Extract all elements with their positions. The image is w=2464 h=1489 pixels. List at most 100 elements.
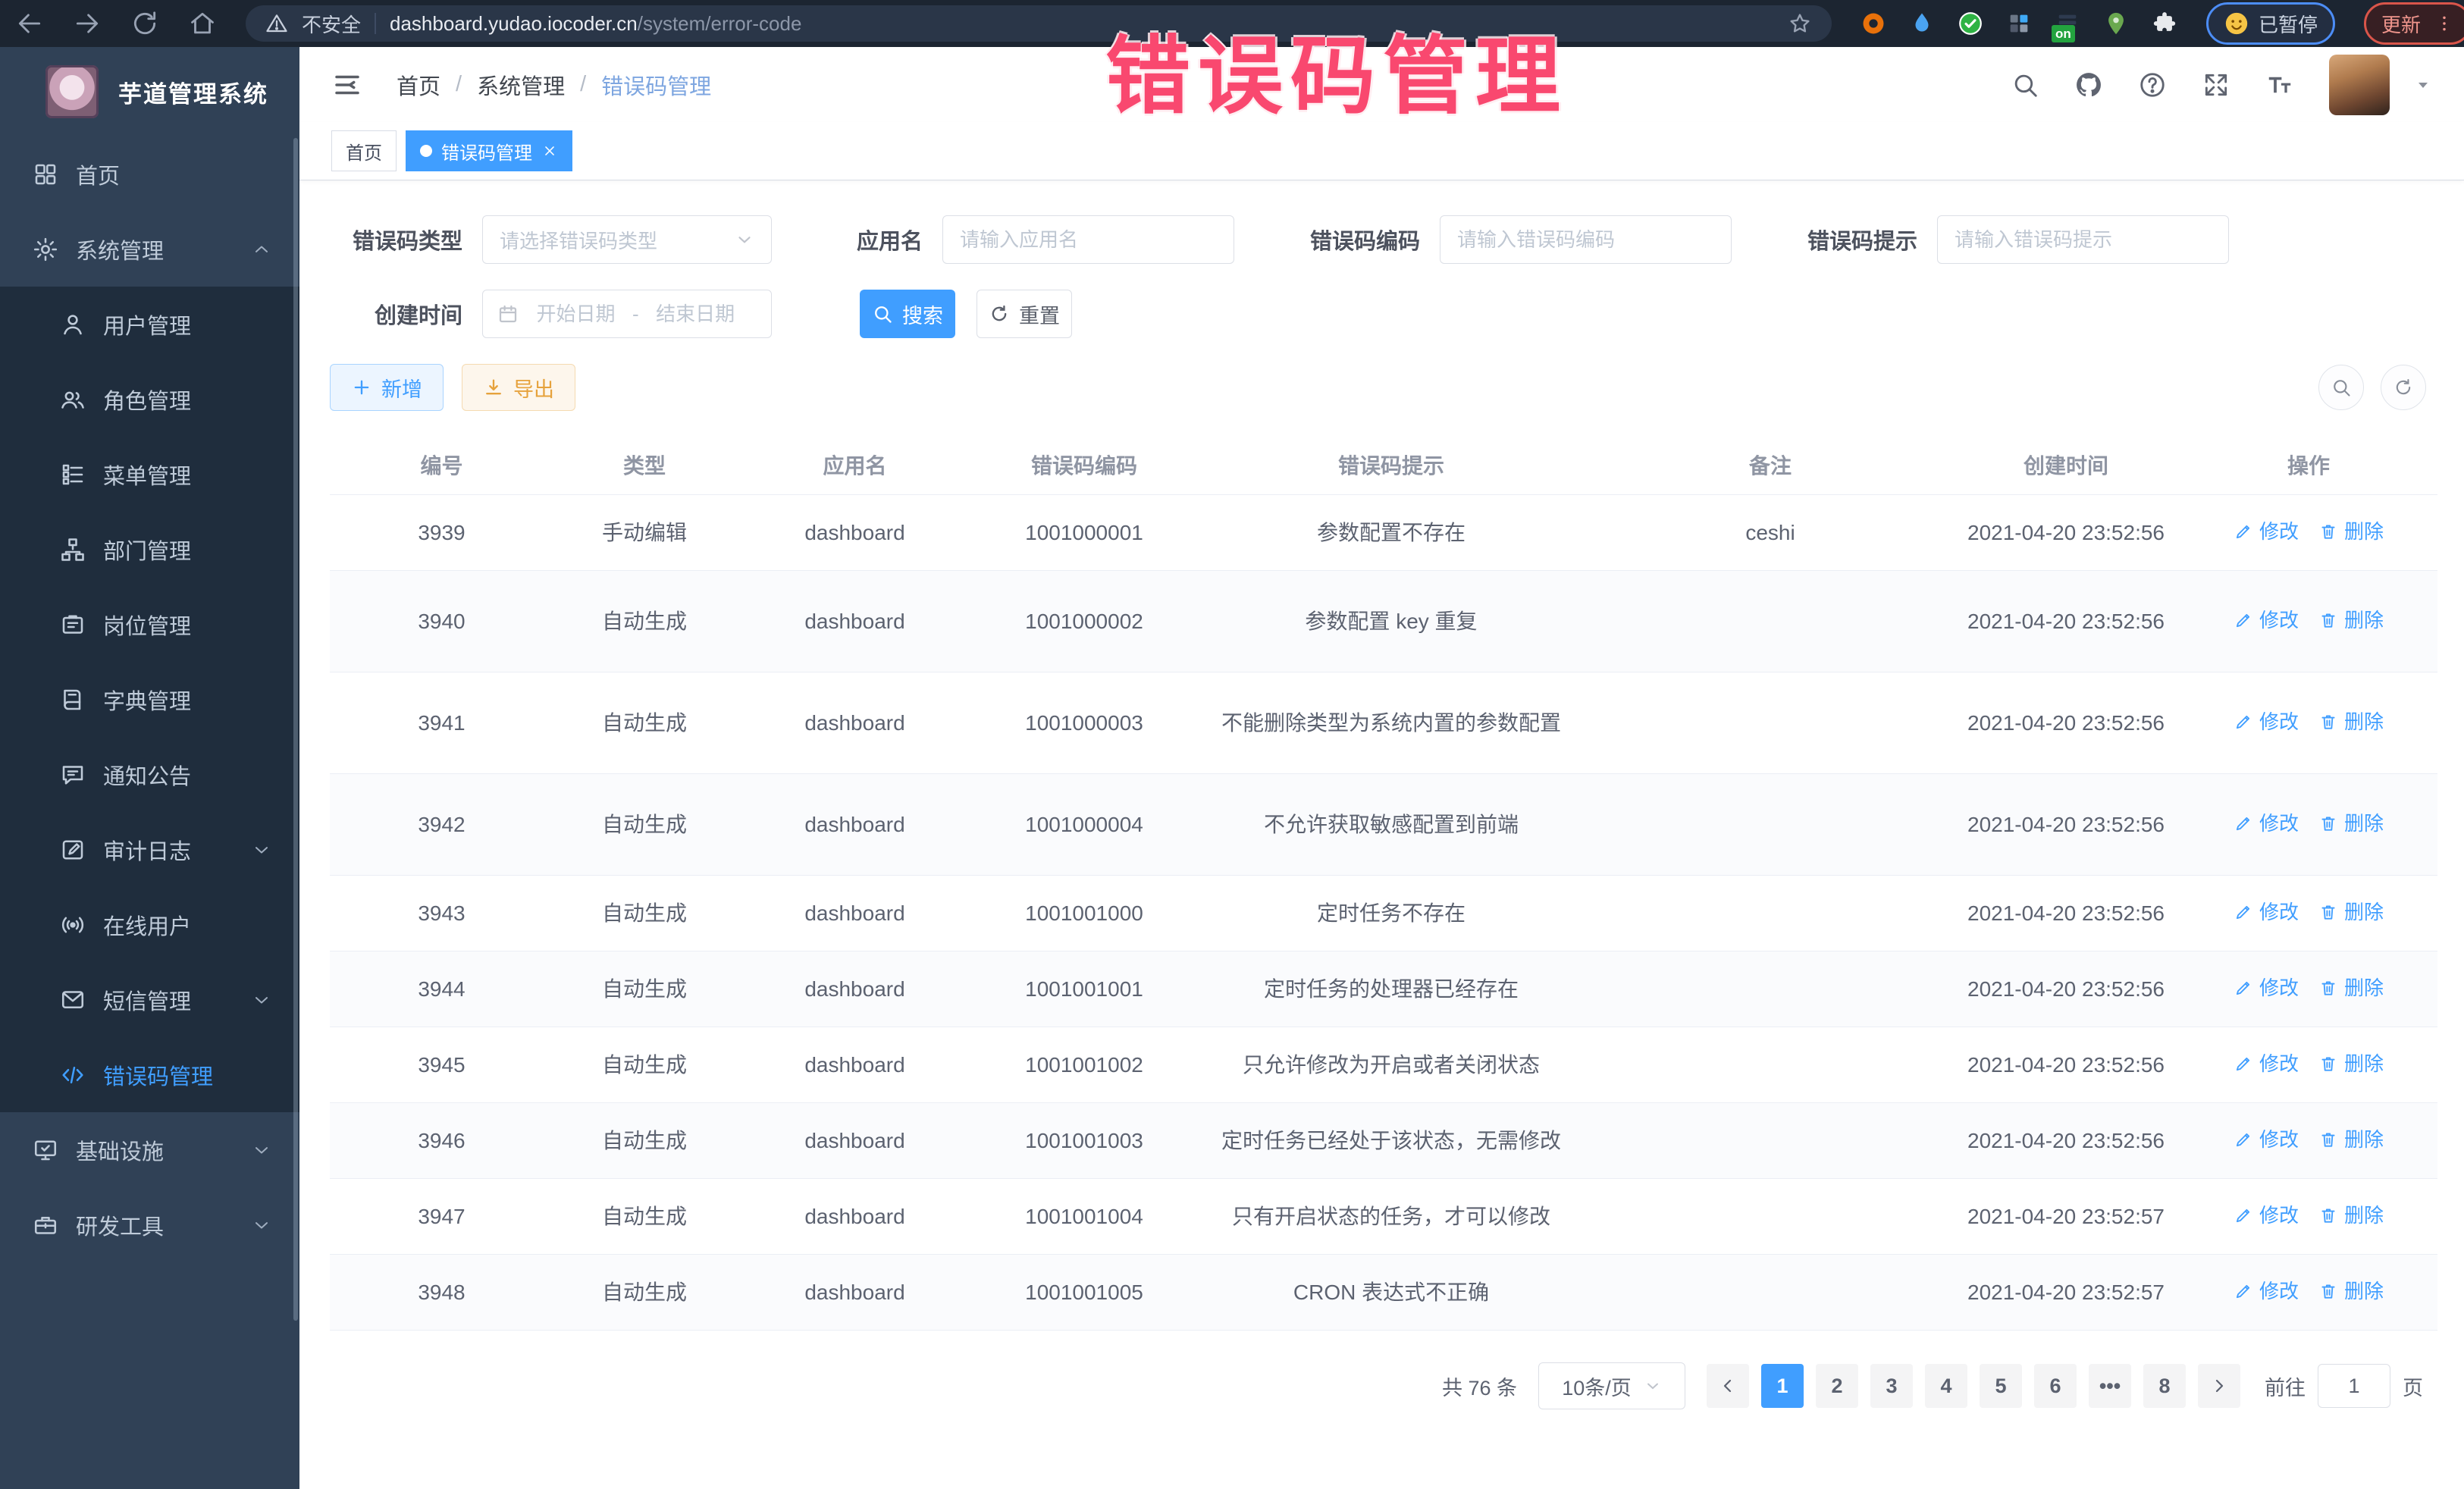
edit-link[interactable]: 修改	[2234, 1200, 2299, 1230]
search-icon[interactable]	[2011, 71, 2039, 99]
sidebar-item[interactable]: 角色管理	[0, 362, 299, 437]
refresh-table-button[interactable]	[2381, 365, 2426, 410]
error-type-select[interactable]: 请选择错误码类型	[482, 215, 772, 264]
page-button-1[interactable]: 1	[1761, 1364, 1804, 1408]
sidebar-item[interactable]: 字典管理	[0, 662, 299, 737]
ext-power-icon[interactable]: on	[2055, 11, 2080, 36]
url-bar[interactable]: 不安全 dashboard.yudao.iocoder.cn/system/er…	[246, 5, 1832, 42]
select-placeholder: 请选择错误码类型	[500, 226, 657, 254]
bookmark-star-icon[interactable]	[1788, 11, 1812, 36]
delete-icon	[2318, 712, 2338, 732]
ext-pin-icon[interactable]	[2103, 11, 2129, 36]
github-icon[interactable]	[2074, 71, 2103, 99]
reload-icon[interactable]	[130, 9, 159, 38]
edit-link[interactable]: 修改	[2234, 1049, 2299, 1079]
delete-link[interactable]: 删除	[2318, 1049, 2384, 1079]
edit-link[interactable]: 修改	[2234, 516, 2299, 547]
edit-icon	[2234, 522, 2253, 541]
page-buttons: 123456 ••• 8	[1761, 1364, 2186, 1408]
home-icon[interactable]	[188, 9, 217, 38]
edit-link[interactable]: 修改	[2234, 1124, 2299, 1155]
avatar[interactable]	[2329, 55, 2390, 115]
error-code-value: 1001000003	[1025, 707, 1143, 740]
font-size-icon[interactable]	[2265, 71, 2294, 99]
page-button-4[interactable]: 4	[1925, 1364, 1967, 1408]
sidebar-item[interactable]: 审计日志	[0, 812, 299, 887]
date-range-picker[interactable]: -	[482, 290, 772, 338]
prev-page-button[interactable]	[1707, 1364, 1749, 1408]
app-logo-row[interactable]: 芋道管理系统	[0, 47, 299, 136]
filter-app-name: 应用名	[857, 215, 1234, 264]
sidebar-item[interactable]: 菜单管理	[0, 437, 299, 512]
page-button-2[interactable]: 2	[1816, 1364, 1858, 1408]
ext-gear-icon[interactable]	[1861, 11, 1886, 36]
tab-0[interactable]: 首页	[331, 130, 397, 171]
breadcrumb-item[interactable]: 首页	[397, 69, 440, 101]
page-button-5[interactable]: 5	[1980, 1364, 2022, 1408]
edit-link[interactable]: 修改	[2234, 1276, 2299, 1306]
page-ellipsis-button[interactable]: •••	[2089, 1364, 2131, 1408]
delete-link[interactable]: 删除	[2318, 1124, 2384, 1155]
edit-link[interactable]: 修改	[2234, 605, 2299, 635]
sidebar-item[interactable]: 错误码管理	[0, 1037, 299, 1112]
help-icon[interactable]	[2138, 71, 2167, 99]
sidebar-item[interactable]: 通知公告	[0, 737, 299, 812]
fullscreen-icon[interactable]	[2202, 71, 2230, 99]
delete-link[interactable]: 删除	[2318, 973, 2384, 1003]
sidebar-item[interactable]: 部门管理	[0, 512, 299, 587]
sidebar-item[interactable]: 研发工具	[0, 1187, 299, 1262]
next-page-button[interactable]	[2198, 1364, 2240, 1408]
export-button[interactable]: 导出	[462, 364, 575, 411]
page-button-6[interactable]: 6	[2034, 1364, 2077, 1408]
error-msg-input[interactable]	[1937, 215, 2229, 264]
browser-menu-icon[interactable]	[2434, 14, 2454, 33]
delete-link[interactable]: 删除	[2318, 1200, 2384, 1230]
add-button[interactable]: 新增	[330, 364, 444, 411]
sidebar-item[interactable]: 系统管理	[0, 212, 299, 287]
back-icon[interactable]	[15, 9, 44, 38]
start-date-input[interactable]	[527, 302, 625, 327]
edit-link[interactable]: 修改	[2234, 808, 2299, 839]
cell-time: 2021-04-20 23:52:56	[1952, 1050, 2180, 1080]
breadcrumb-item[interactable]: 系统管理	[477, 69, 565, 101]
update-button[interactable]: 更新	[2364, 2, 2464, 45]
tab-active[interactable]: 错误码管理	[406, 130, 572, 171]
edit-link[interactable]: 修改	[2234, 707, 2299, 737]
delete-link[interactable]: 删除	[2318, 707, 2384, 737]
close-icon[interactable]	[541, 143, 558, 159]
sidebar-toggle-icon[interactable]	[331, 69, 363, 101]
search-button[interactable]: 搜索	[860, 290, 955, 338]
delete-link[interactable]: 删除	[2318, 1276, 2384, 1306]
sidebar-item[interactable]: 基础设施	[0, 1112, 299, 1187]
breadcrumb-separator: /	[580, 72, 586, 97]
caret-down-icon[interactable]	[2414, 76, 2432, 94]
forward-icon[interactable]	[73, 9, 102, 38]
delete-link[interactable]: 删除	[2318, 897, 2384, 927]
page-button-8[interactable]: 8	[2143, 1364, 2186, 1408]
edit-link[interactable]: 修改	[2234, 897, 2299, 927]
app-name-input[interactable]	[942, 215, 1234, 264]
page-button-3[interactable]: 3	[1870, 1364, 1913, 1408]
delete-link[interactable]: 删除	[2318, 808, 2384, 839]
error-code-input[interactable]	[1440, 215, 1732, 264]
ext-drop-icon[interactable]	[1909, 11, 1935, 36]
sidebar-item[interactable]: 首页	[0, 136, 299, 212]
page-size-select[interactable]: 10条/页	[1538, 1362, 1685, 1409]
cell-app: dashboard	[735, 1277, 974, 1308]
sidebar-item[interactable]: 用户管理	[0, 287, 299, 362]
edit-link[interactable]: 修改	[2234, 973, 2299, 1003]
sidebar-item[interactable]: 短信管理	[0, 962, 299, 1037]
delete-link[interactable]: 删除	[2318, 605, 2384, 635]
ext-blocks-icon[interactable]	[2006, 11, 2032, 36]
filter-label: 错误码提示	[1807, 224, 1917, 255]
delete-link[interactable]: 删除	[2318, 516, 2384, 547]
goto-page-input[interactable]	[2318, 1364, 2390, 1408]
end-date-input[interactable]	[647, 302, 745, 327]
sidebar-item[interactable]: 岗位管理	[0, 587, 299, 662]
profile-paused-badge[interactable]: 已暂停	[2206, 2, 2335, 45]
ext-puzzle-icon[interactable]	[2152, 11, 2177, 36]
show-search-button[interactable]	[2318, 365, 2364, 410]
ext-check-icon[interactable]	[1958, 11, 1983, 36]
reset-button[interactable]: 重置	[977, 290, 1072, 338]
sidebar-item[interactable]: 在线用户	[0, 887, 299, 962]
